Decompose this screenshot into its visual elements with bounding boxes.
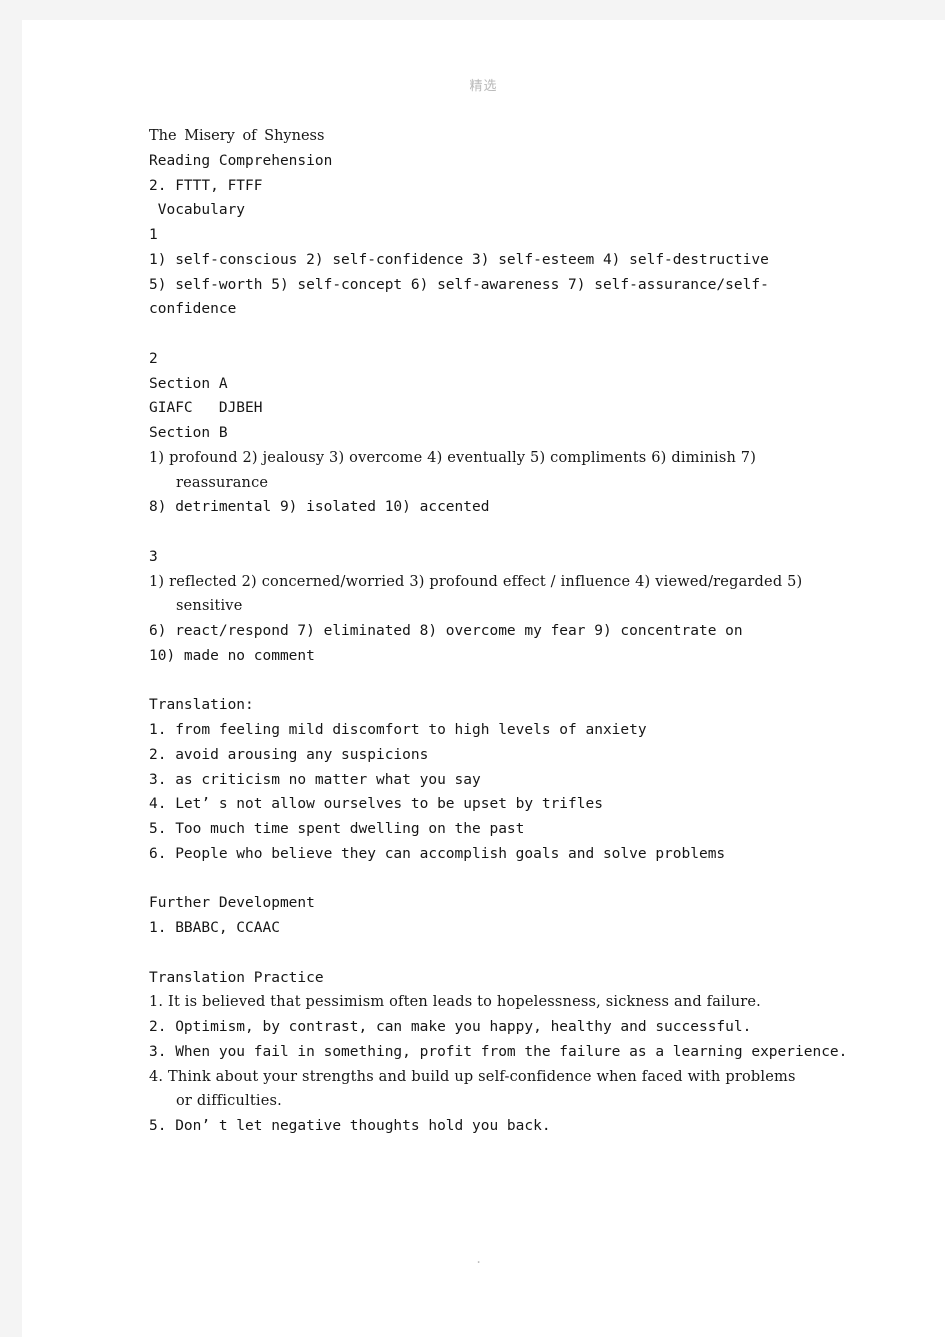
text-line-title: The Misery of Shyness	[149, 128, 325, 144]
text-line-section-a-answers: GIAFC DJBEH	[149, 400, 263, 417]
text-line-vocab-answers-b: 5) self-worth 5) self-concept 6) self-aw…	[149, 276, 769, 318]
text-line-section-b-line-2: 8) detrimental 9) isolated 10) accented	[149, 499, 490, 516]
text-line-vocab-ex-1: 1	[149, 227, 158, 243]
document-page: 精选 The Misery of Shyness Reading Comprehe…	[22, 20, 945, 1337]
text-line-ex-3: 3	[149, 548, 158, 565]
text-line-reading-heading: Reading Comprehension	[149, 152, 333, 169]
text-line-ex-3-line-3: 10) made no comment	[149, 647, 315, 664]
text-line-section-b-heading: Section B	[149, 425, 228, 441]
text-line-ex-3-line-2: 6) react/respond 7) eliminated 8) overco…	[149, 623, 743, 639]
text-line-section-b-line-1: 1) profound 2) jealousy 3) overcome 4) e…	[149, 449, 757, 491]
text-line-ex-2: 2	[149, 350, 158, 367]
text-line-translation-4: 4. Let’ s not allow ourselves to be upse…	[149, 796, 603, 813]
text-line-translation-3: 3. as criticism no matter what you say	[149, 771, 481, 788]
text-line-section-a-heading: Section A	[149, 375, 228, 392]
text-line-translation-1: 1. from feeling mild discomfort to high …	[149, 722, 647, 738]
text-line-reading-answers: 2. FTTT, FTFF	[149, 177, 263, 194]
text-line-spacer-4	[149, 867, 812, 892]
text-line-practice-4: 4. Think about your strengths and build …	[149, 1068, 796, 1110]
text-line-translation-2: 2. avoid arousing any suspicions	[149, 746, 429, 763]
text-line-vocab-answers-a: 1) self-conscious 2) self-confidence 3) …	[149, 251, 769, 268]
text-line-spacer-1	[149, 322, 812, 347]
text-line-further-dev-heading: Further Development	[149, 895, 315, 912]
text-line-practice-1: 1. It is believed that pessimism often l…	[149, 994, 761, 1011]
text-line-translation-5: 5. Too much time spent dwelling on the p…	[149, 821, 525, 837]
text-line-practice-2: 2. Optimism, by contrast, can make you h…	[149, 1019, 752, 1035]
text-line-ex-3-line-1: 1) reflected 2) concerned/worried 3) pro…	[149, 573, 803, 615]
text-line-translation-heading: Translation:	[149, 697, 254, 714]
text-line-practice-3: 3. When you fail in something, profit fr…	[149, 1043, 848, 1060]
text-line-practice-5: 5. Don’ t let negative thoughts hold you…	[149, 1118, 551, 1134]
text-line-spacer-2	[149, 520, 812, 545]
text-line-further-dev-1: 1. BBABC, CCAAC	[149, 920, 280, 936]
document-body: The Misery of Shyness Reading Comprehensi…	[149, 124, 848, 1139]
page-footer-mark: .	[475, 1252, 483, 1266]
text-line-translation-practice-heading: Translation Practice	[149, 969, 324, 986]
text-line-spacer-5	[149, 941, 812, 966]
page-header-watermark: 精选	[469, 79, 498, 94]
text-line-translation-6: 6. People who believe they can accomplis…	[149, 845, 726, 862]
text-line-vocabulary-heading: Vocabulary	[149, 202, 246, 219]
text-line-spacer-3	[149, 669, 812, 694]
